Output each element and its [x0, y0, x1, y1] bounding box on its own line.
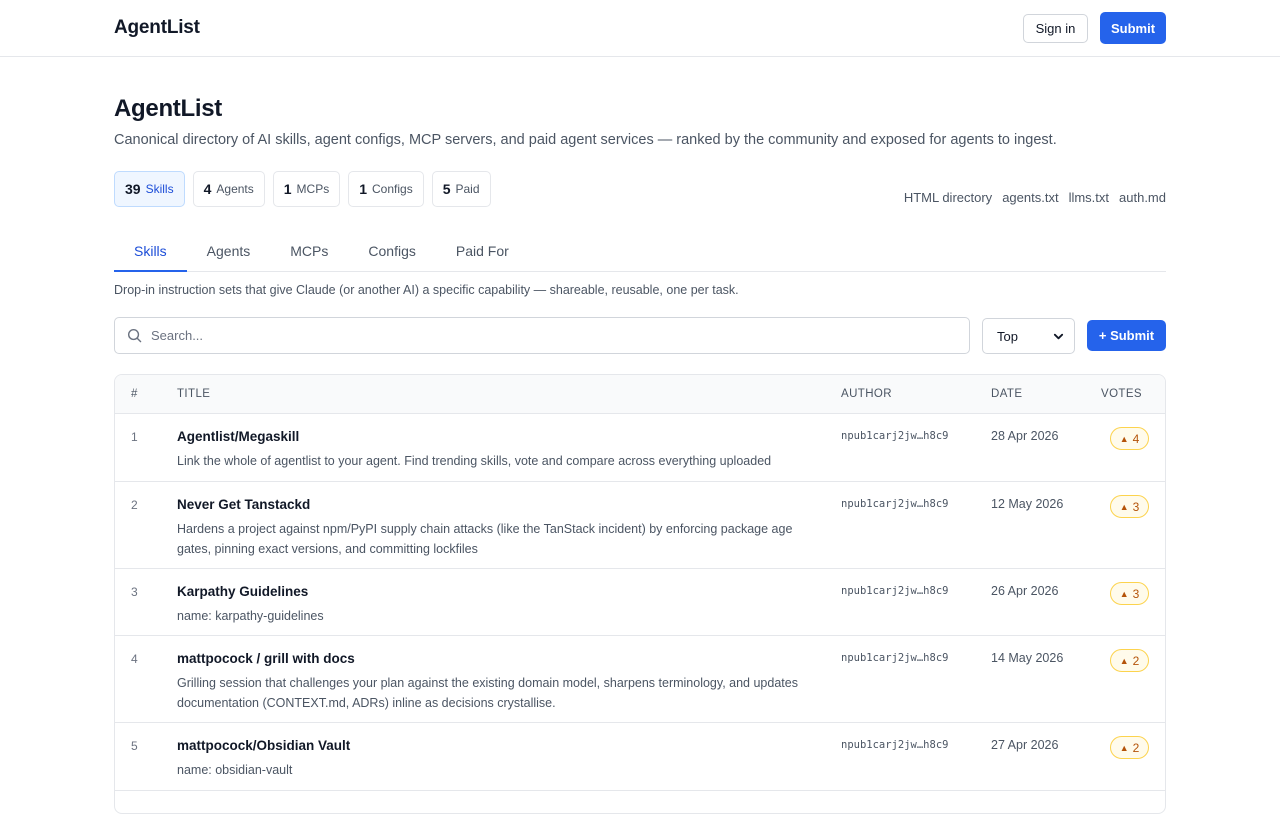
vote-count: 3 — [1132, 499, 1140, 514]
row-index: 3 — [131, 585, 138, 599]
row-date: 27 Apr 2026 — [991, 738, 1059, 752]
row-index: 4 — [131, 652, 138, 666]
column-header-title[interactable]: TITLE — [177, 388, 210, 400]
page-tagline: Canonical directory of AI skills, agent … — [114, 132, 1057, 148]
row-date: 28 Apr 2026 — [991, 429, 1059, 443]
vote-button[interactable]: ▲ 2 — [1110, 736, 1149, 759]
row-title[interactable]: Agentlist/Megaskill — [177, 429, 299, 444]
html-directory-link[interactable]: HTML directory — [904, 190, 992, 205]
tab-skills[interactable]: Skills — [114, 233, 187, 272]
vote-count: 4 — [1132, 431, 1140, 446]
row-author[interactable]: npub1carj2jw…h8c9 — [841, 585, 948, 597]
table-header: # TITLE AUTHOR DATE VOTES — [115, 375, 1165, 414]
row-author[interactable]: npub1carj2jw…h8c9 — [841, 498, 948, 510]
row-index: 5 — [131, 739, 138, 753]
row-description: name: obsidian-vault — [177, 763, 293, 777]
triangle-up-icon: ▲ — [1119, 588, 1129, 599]
vote-count: 3 — [1132, 586, 1140, 601]
search-icon — [127, 328, 142, 343]
top-bar: AgentList Sign in Submit — [0, 0, 1280, 57]
triangle-up-icon: ▲ — [1119, 501, 1129, 512]
row-date: 12 May 2026 — [991, 497, 1064, 511]
triangle-up-icon: ▲ — [1119, 655, 1129, 666]
stat-label: Skills — [145, 182, 174, 196]
tab-mcps[interactable]: MCPs — [270, 233, 348, 272]
stat-configs[interactable]: 1 Configs — [348, 171, 424, 207]
row-author[interactable]: npub1carj2jw…h8c9 — [841, 430, 948, 442]
stat-label: Paid — [455, 182, 480, 196]
search-input[interactable] — [151, 328, 931, 343]
external-links: HTML directory agents.txt llms.txt auth.… — [904, 190, 1166, 205]
table-row[interactable]: 3 Karpathy Guidelines name: karpathy-gui… — [115, 569, 1165, 636]
stat-mcps[interactable]: 1 MCPs — [272, 171, 341, 207]
triangle-up-icon: ▲ — [1119, 742, 1129, 753]
row-title[interactable]: mattpocock / grill with docs — [177, 651, 355, 666]
row-description: Grilling session that challenges your pl… — [177, 676, 798, 710]
stat-count: 39 — [125, 181, 141, 197]
table-row[interactable]: 1 Agentlist/Megaskill Link the whole of … — [115, 414, 1165, 482]
tab-configs[interactable]: Configs — [348, 233, 435, 272]
tab-paid-for[interactable]: Paid For — [436, 233, 529, 272]
column-header-votes[interactable]: VOTES — [1101, 388, 1142, 400]
sort-select[interactable]: Top — [982, 318, 1075, 354]
add-submission-button[interactable]: + Submit — [1087, 320, 1166, 351]
row-title[interactable]: Never Get Tanstackd — [177, 497, 310, 512]
stat-count: 4 — [203, 181, 212, 197]
stat-label: Configs — [372, 182, 413, 196]
stat-label: Agents — [216, 182, 254, 196]
sign-in-button[interactable]: Sign in — [1023, 14, 1088, 43]
search-box — [114, 317, 970, 354]
stat-paid[interactable]: 5 Paid — [431, 171, 491, 207]
stat-count: 1 — [283, 181, 292, 197]
category-tabs: Skills Agents MCPs Configs Paid For — [114, 233, 1166, 272]
submit-button[interactable]: Submit — [1100, 12, 1166, 44]
agents-txt-link[interactable]: agents.txt — [1002, 190, 1058, 205]
row-author[interactable]: npub1carj2jw…h8c9 — [841, 652, 948, 664]
brand-logo[interactable]: AgentList — [114, 17, 200, 39]
stat-skills[interactable]: 39 Skills — [114, 171, 185, 207]
vote-button[interactable]: ▲ 3 — [1110, 495, 1149, 518]
vote-button[interactable]: ▲ 3 — [1110, 582, 1149, 605]
table-row[interactable]: 2 Never Get Tanstackd Hardens a project … — [115, 482, 1165, 569]
row-description: Link the whole of agentlist to your agen… — [177, 454, 772, 468]
row-description: name: karpathy-guidelines — [177, 609, 324, 623]
chevron-down-icon — [1053, 333, 1064, 339]
row-description: Hardens a project against npm/PyPI suppl… — [177, 522, 793, 556]
triangle-up-icon: ▲ — [1119, 433, 1129, 444]
category-stats: 39 Skills 4 Agents 1 MCPs 1 Configs 5 Pa… — [114, 171, 491, 207]
stat-count: 5 — [442, 181, 451, 197]
row-index: 1 — [131, 430, 138, 444]
tab-agents[interactable]: Agents — [187, 233, 271, 272]
stat-label: MCPs — [296, 182, 330, 196]
vote-count: 2 — [1132, 740, 1140, 755]
stat-count: 1 — [359, 181, 368, 197]
row-date: 14 May 2026 — [991, 651, 1064, 665]
row-index: 2 — [131, 498, 138, 512]
column-header-author[interactable]: AUTHOR — [841, 388, 892, 400]
stat-agents[interactable]: 4 Agents — [192, 171, 265, 207]
sort-selected-value: Top — [997, 328, 1018, 344]
row-title[interactable]: Karpathy Guidelines — [177, 584, 308, 599]
vote-button[interactable]: ▲ 2 — [1110, 649, 1149, 672]
page-title: AgentList — [114, 95, 222, 122]
column-header-index: # — [131, 388, 138, 400]
table-row[interactable]: 4 mattpocock / grill with docs Grilling … — [115, 636, 1165, 723]
column-header-date[interactable]: DATE — [991, 388, 1022, 400]
row-author[interactable]: npub1carj2jw…h8c9 — [841, 739, 948, 751]
table-row[interactable]: 5 mattpocock/Obsidian Vault name: obsidi… — [115, 723, 1165, 791]
vote-count: 2 — [1132, 653, 1140, 668]
row-date: 26 Apr 2026 — [991, 584, 1059, 598]
tab-description: Drop-in instruction sets that give Claud… — [114, 283, 739, 297]
skills-table: # TITLE AUTHOR DATE VOTES 1 Agentlist/Me… — [114, 374, 1166, 814]
row-title[interactable]: mattpocock/Obsidian Vault — [177, 738, 350, 753]
vote-button[interactable]: ▲ 4 — [1110, 427, 1149, 450]
llms-txt-link[interactable]: llms.txt — [1069, 190, 1109, 205]
auth-md-link[interactable]: auth.md — [1119, 190, 1166, 205]
